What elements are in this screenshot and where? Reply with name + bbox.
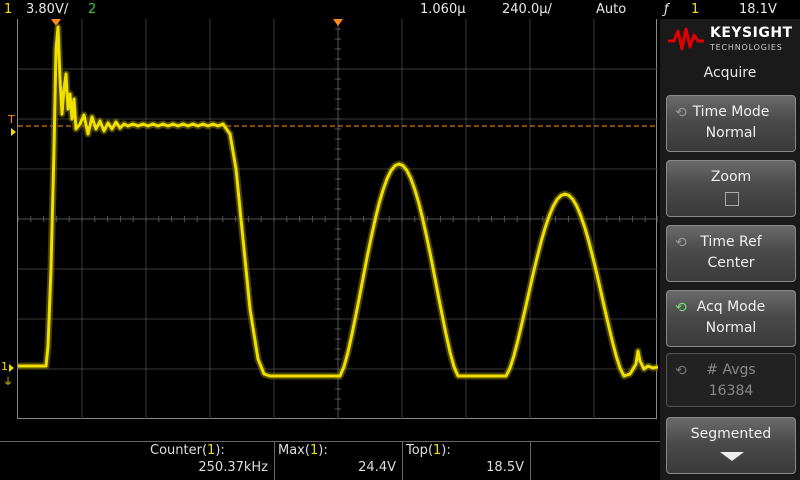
measurement-max-suffix: : [323,443,328,458]
measurement-top-label: Top(1): [406,443,451,458]
measurement-max-value: 24.4V [358,460,396,475]
time-ref-value: Center [707,255,755,271]
time-mode-button[interactable]: ⟲ Time Mode Normal [666,95,796,152]
measurement-top-suffix: : [446,443,451,458]
time-ref-label: Time Ref [700,234,762,250]
measurement-max-name: Max [278,443,305,458]
arrow-down-icon [720,452,744,461]
ch1-ground-marker[interactable]: 1 [1,360,8,373]
measurement-top-channel: 1 [433,443,442,458]
measurement-counter-name: Counter [150,443,202,458]
measurement-top[interactable]: Top(1): 18.5V [402,441,530,480]
time-reference-marker [333,19,343,26]
trigger-arrow-icon [11,128,16,136]
status-bar: 1 3.80V/ 2 1.060µ 240.0µ/ Auto ƒ 1 18.1V [0,0,800,19]
ch2-number[interactable]: 2 [88,0,96,19]
time-scale[interactable]: 240.0µ/ [502,0,552,19]
measurement-counter-value: 250.37kHz [198,460,268,475]
trigger-level-label: T [8,113,15,126]
zoom-button[interactable]: Zoom [666,160,796,217]
time-ref-button[interactable]: ⟲ Time Ref Center [666,225,796,282]
measurement-separator [530,441,531,480]
trigger-edge-icon: ƒ [664,2,669,17]
segmented-label: Segmented [690,426,772,442]
acq-mode-label: Acq Mode [696,299,766,315]
ground-icon: ⏚ [3,377,13,388]
brand-subtitle: TECHNOLOGIES [710,43,783,52]
avgs-value: 16384 [708,383,754,399]
checkbox-icon [725,192,739,206]
time-delay[interactable]: 1.060µ [420,0,466,19]
segmented-button[interactable]: Segmented [666,417,796,474]
zoom-label: Zoom [710,169,752,185]
measurement-top-name: Top [406,443,428,458]
measurement-counter-channel: 1 [207,443,216,458]
trigger-source[interactable]: 1 [691,0,699,19]
waveform-svg [18,19,658,419]
keysight-logo: KEYSIGHT TECHNOLOGIES [666,23,796,57]
avgs-label: # Avgs [706,362,756,378]
measurement-top-value: 18.5V [486,460,524,475]
ch1-scale[interactable]: 3.80V/ [26,0,68,19]
acq-mode-button[interactable]: ⟲ Acq Mode Normal [666,290,796,347]
softkey-panel: KEYSIGHT TECHNOLOGIES Acquire ⟲ Time Mod… [660,19,800,480]
measurement-max-channel: 1 [309,443,319,458]
trigger-level[interactable]: 18.1V [739,0,777,19]
avgs-button: ⟲ # Avgs 16384 [666,353,796,407]
measurement-counter-label: Counter(1): [150,443,225,458]
measurement-counter[interactable]: Counter(1): 250.37kHz [146,441,274,480]
brand-name: KEYSIGHT [710,25,793,41]
waveform-display[interactable] [17,19,658,419]
measurement-bar: Counter(1): 250.37kHz Max(1): 24.4V Top(… [0,419,660,480]
measurement-max-label: Max(1): [278,443,328,458]
keysight-wave-icon [668,27,704,51]
measurement-counter-suffix: : [220,443,225,458]
ch1-ground-label: 1 [1,360,8,373]
time-mode-value: Normal [705,125,757,141]
trigger-mode[interactable]: Auto [596,0,626,19]
measurement-max[interactable]: Max(1): 24.4V [274,441,402,480]
ch1-ground-arrow-icon [9,364,14,372]
time-mode-label: Time Mode [692,104,770,120]
menu-title: Acquire [703,65,757,81]
ch1-number[interactable]: 1 [4,0,12,19]
trigger-level-marker: T [8,113,15,126]
acq-mode-value: Normal [705,320,757,336]
